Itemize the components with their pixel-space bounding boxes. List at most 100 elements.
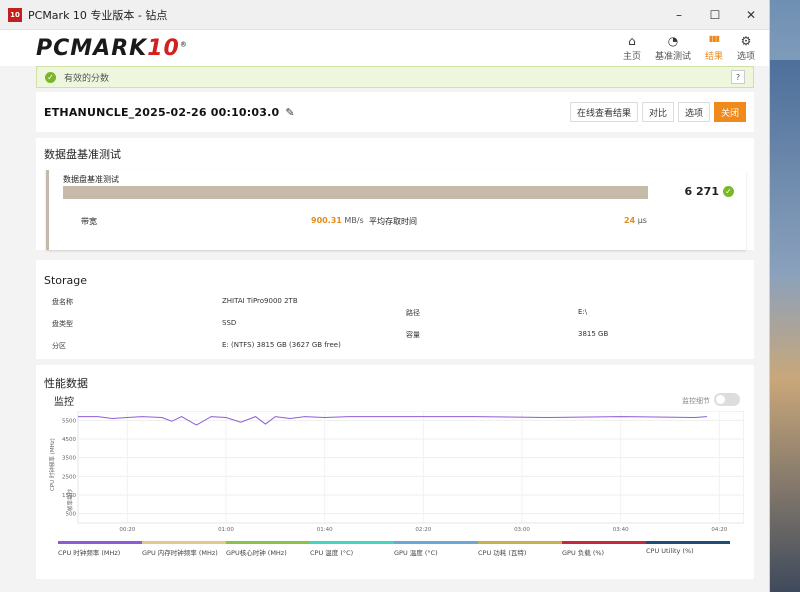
monitor-title: 监控 (54, 397, 74, 408)
close-window-button[interactable]: ✕ (733, 8, 769, 22)
nav-home[interactable]: ⌂ 主页 (623, 34, 641, 62)
performance-section: 性能数据 监控 监控细节 5500 4500 3500 2500 1500 500 00:… (36, 365, 754, 579)
options-button[interactable]: 选项 (677, 102, 710, 122)
app-window: 10 PCMark 10 专业版本 - 钻点 – ☐ ✕ PCMARK10® ⌂… (0, 0, 770, 592)
drive-type-label: 盘类型 (52, 320, 73, 328)
legend-swatch (226, 541, 310, 544)
bandwidth-unit: MB/s (344, 216, 364, 225)
legend-item[interactable]: CPU Utility (%) (646, 541, 730, 557)
legend-item[interactable]: CPU 温度 (°C) (310, 541, 394, 557)
partition-value: E: (NTFS) 3815 GB (3627 GB free) (222, 341, 341, 349)
valid-score-banner: ✓ 有效的分数 ? (36, 66, 754, 88)
x-tick-label: 03:40 (613, 527, 629, 533)
legend-label: CPU Utility (%) (646, 547, 694, 555)
legend-item[interactable]: GPU 负载 (%) (562, 541, 646, 557)
nav-results[interactable]: ▮▮▮ 结果 (705, 34, 723, 62)
title-bar: 10 PCMark 10 专业版本 - 钻点 – ☐ ✕ (0, 0, 769, 30)
legend-swatch (310, 541, 394, 544)
drive-type-value: SSD (222, 319, 237, 327)
result-header: ETHANUNCLE_2025-02-26 00:10:03.0 ✎ 在线查看结… (36, 92, 754, 132)
toggle-knob (716, 395, 725, 404)
legend-item[interactable]: CPU 功耗 (瓦特) (478, 541, 562, 557)
bars-icon: ▮▮▮ (708, 34, 720, 43)
close-button[interactable]: 关闭 (713, 102, 746, 122)
bandwidth-value: 900.31 (311, 216, 342, 225)
chart-y-label: CPU 时钟频率 (MHz) (48, 438, 56, 491)
score-value: 6 271 ✓ (685, 185, 734, 198)
help-button[interactable]: ? (731, 70, 745, 84)
y-tick-label: 4500 (62, 437, 76, 443)
legend-swatch (394, 541, 478, 544)
gear-icon: ⚙ (740, 34, 752, 48)
bandwidth-metric: 900.31 MB/s (311, 216, 364, 225)
performance-section-title: 性能数据 (44, 377, 88, 390)
legend-swatch (58, 541, 142, 544)
chart-legend: CPU 时钟频率 (MHz) GPU 内存时钟频率 (MHz) GPU核心时钟 (M… (58, 541, 748, 557)
nav-benchmarks-label: 基准测试 (654, 52, 691, 62)
nav-benchmarks[interactable]: ◔ 基准测试 (655, 34, 691, 62)
legend-item[interactable]: CPU 时钟频率 (MHz) (58, 541, 142, 557)
result-actions: 在线查看结果 对比 选项 关闭 (569, 102, 746, 122)
monitor-chart: 55004500350025001500500 00:20 01:00 01:40 0… (48, 411, 744, 533)
drive-name-value: ZHITAI TiPro9000 2TB (222, 297, 298, 305)
latency-metric: 24 μs (624, 216, 647, 225)
legend-swatch (142, 541, 226, 544)
chart-grid (78, 411, 744, 523)
storage-section-title: Storage (44, 274, 88, 287)
nav-options[interactable]: ⚙ 选项 (737, 34, 755, 62)
window-controls: – ☐ ✕ (661, 8, 769, 22)
legend-label: CPU 时钟频率 (MHz) (58, 549, 121, 557)
test-name: 数据盘基准测试 (63, 175, 119, 184)
compare-button[interactable]: 对比 (641, 102, 674, 122)
partition-label: 分区 (52, 342, 66, 350)
drive-name-label: 盘名称 (52, 298, 73, 306)
legend-swatch (478, 541, 562, 544)
nav-home-label: 主页 (622, 52, 641, 62)
capacity-label: 容量 (406, 331, 420, 339)
legend-label: GPU核心时钟 (MHz) (226, 549, 287, 557)
legend-item[interactable]: GPU核心时钟 (MHz) (226, 541, 310, 557)
bandwidth-label: 带宽 (81, 217, 97, 226)
view-online-button[interactable]: 在线查看结果 (569, 102, 638, 122)
legend-swatch (562, 541, 646, 544)
main-nav: ⌂ 主页 ◔ 基准测试 ▮▮▮ 结果 ⚙ 选项 (623, 34, 755, 62)
x-tick-label: 01:40 (317, 527, 333, 533)
result-title: ETHANUNCLE_2025-02-26 00:10:03.0 (44, 105, 280, 119)
legend-item[interactable]: GPU 内存时钟频率 (MHz) (142, 541, 226, 557)
gauge-icon: ◔ (667, 34, 679, 48)
legend-label: CPU 功耗 (瓦特) (478, 549, 527, 557)
capacity-value: 3815 GB (578, 330, 609, 338)
storage-table: 盘名称 ZHITAI TiPro9000 2TB 盘类型 SSD 分区 E: (… (36, 293, 754, 359)
window-title: PCMark 10 专业版本 - 钻点 (28, 8, 168, 22)
legend-item[interactable]: GPU 温度 (°C) (394, 541, 478, 557)
x-tick-label: 00:20 (119, 527, 135, 533)
main-content: ✓ 有效的分数 ? ETHANUNCLE_2025-02-26 00:10:03… (36, 66, 754, 579)
maximize-button[interactable]: ☐ (697, 8, 733, 22)
monitor-details-label: 监控细节 (682, 397, 710, 405)
path-value: E:\ (578, 308, 588, 316)
chart-plot-area (77, 411, 744, 524)
monitor-details-toggle[interactable] (714, 393, 740, 406)
chart-x-ticks: 00:20 01:00 01:40 02:20 03:00 03:40 04:20 (119, 527, 727, 533)
x-tick-label: 01:00 (218, 527, 234, 533)
legend-label: CPU 温度 (°C) (310, 549, 354, 557)
check-icon: ✓ (45, 71, 56, 83)
legend-label: GPU 负载 (%) (562, 549, 605, 557)
y-tick-label: 5500 (62, 418, 76, 424)
minimize-button[interactable]: – (661, 8, 697, 22)
path-label: 路径 (406, 309, 420, 317)
app-icon: 10 (8, 7, 22, 22)
pencil-icon[interactable]: ✎ (285, 106, 294, 119)
test-result-card: 数据盘基准测试 6 271 ✓ 带宽 900.31 MB/s 平均存取时间 24… (46, 170, 746, 250)
chart-y-label-2: 帧率每秒 (66, 488, 74, 511)
x-tick-label: 02:20 (415, 527, 431, 533)
y-tick-label: 2500 (62, 474, 76, 480)
latency-unit: μs (637, 216, 647, 225)
y-tick-label: 3500 (62, 456, 76, 462)
home-icon: ⌂ (628, 34, 636, 48)
logo-number: 10 (147, 35, 180, 61)
storage-section: Storage 盘名称 ZHITAI TiPro9000 2TB 盘类型 SSD… (36, 260, 754, 359)
legend-swatch (646, 541, 730, 544)
x-tick-label: 03:00 (514, 527, 530, 533)
benchmark-section-title: 数据盘基准测试 (44, 148, 121, 161)
